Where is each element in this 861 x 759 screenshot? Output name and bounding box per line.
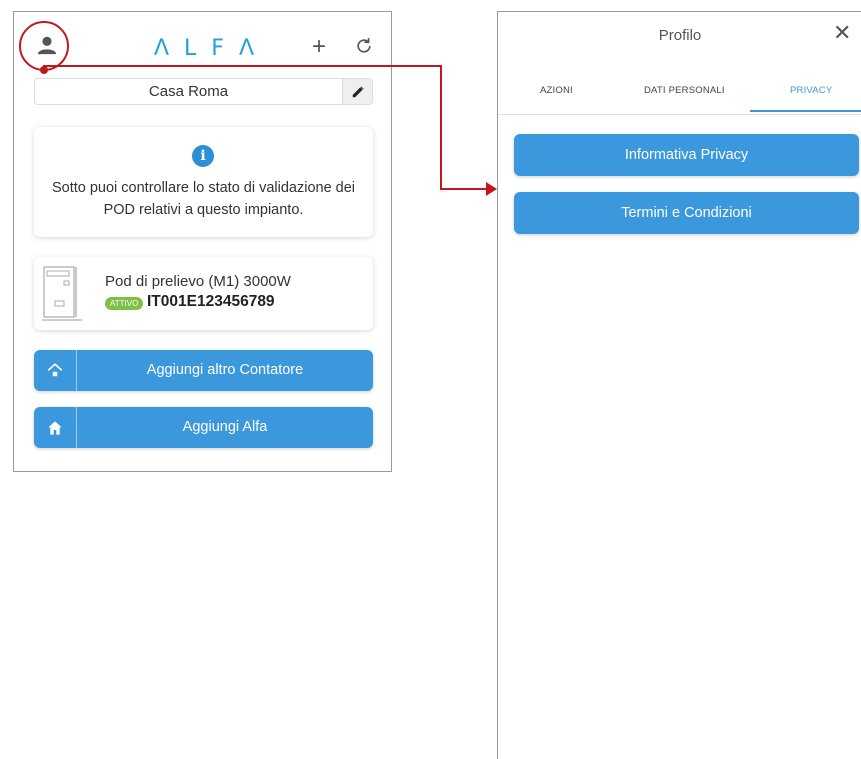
add-meter-button[interactable]: Aggiungi altro Contatore: [34, 350, 373, 391]
close-icon[interactable]: ✕: [833, 22, 851, 44]
profile-screen: Profilo ✕ AZIONI DATI PERSONALI PRIVACY …: [497, 11, 861, 759]
pod-code: IT001E123456789: [147, 293, 275, 310]
home-icon: [34, 407, 77, 448]
add-alfa-button[interactable]: Aggiungi Alfa: [34, 407, 373, 448]
tab-bar: AZIONI DATI PERSONALI PRIVACY: [498, 77, 861, 113]
tab-dati-personali[interactable]: DATI PERSONALI: [644, 85, 725, 96]
meter-house-icon: [34, 350, 77, 391]
add-icon[interactable]: +: [312, 35, 326, 59]
info-icon: i: [192, 145, 214, 167]
privacy-policy-button[interactable]: Informativa Privacy: [514, 134, 859, 176]
divider: [498, 114, 861, 115]
add-alfa-label: Aggiungi Alfa: [182, 419, 268, 435]
pencil-icon: [352, 85, 364, 97]
top-bar: Λ L F Λ +: [14, 12, 391, 78]
arrow-head: [486, 182, 497, 196]
tab-privacy[interactable]: PRIVACY: [790, 85, 832, 96]
info-text: Sotto puoi controllare lo stato di valid…: [51, 180, 356, 218]
meter-icon: [42, 266, 82, 321]
active-tab-indicator: [750, 110, 861, 112]
alfa-logo: Λ L F Λ: [154, 36, 254, 61]
house-name: Casa Roma: [148, 83, 229, 100]
home-screen: Λ L F Λ + Casa Roma i Sotto puoi control…: [13, 11, 392, 472]
pod-card[interactable]: Pod di prelievo (M1) 3000W ATTIVO IT001E…: [34, 257, 373, 330]
page-title: Profilo: [658, 27, 702, 44]
tab-azioni[interactable]: AZIONI: [540, 85, 573, 96]
terms-button[interactable]: Termini e Condizioni: [514, 192, 859, 234]
info-card: i Sotto puoi controllare lo stato di val…: [34, 127, 373, 237]
edit-house-button[interactable]: [342, 79, 372, 104]
status-badge: ATTIVO: [105, 297, 144, 310]
refresh-icon[interactable]: [354, 36, 374, 56]
house-selector[interactable]: Casa Roma: [34, 78, 373, 105]
pod-title: Pod di prelievo (M1) 3000W: [105, 273, 291, 290]
add-meter-label: Aggiungi altro Contatore: [146, 362, 304, 378]
user-profile-icon[interactable]: [36, 34, 58, 56]
